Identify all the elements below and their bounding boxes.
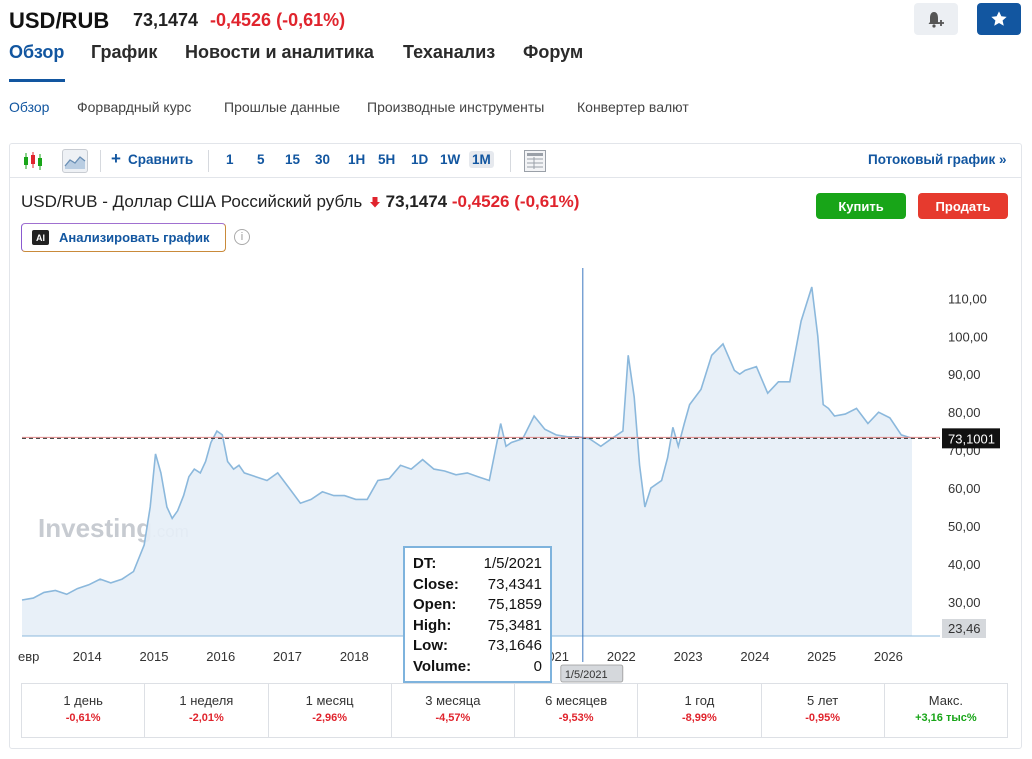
y-tick-label: 60,00 xyxy=(948,481,981,496)
tooltip-row: Low: 73,1646 xyxy=(413,637,542,654)
x-tick-label: 2018 xyxy=(340,649,369,664)
y-tick-label: 30,00 xyxy=(948,595,981,610)
crosshair-date-label: 1/5/2021 xyxy=(565,669,608,681)
last-price-label: 73,1001 xyxy=(948,431,995,446)
ohlc-tooltip: DT: 1/5/2021 Close: 73,4341 Open: 75,1859 H… xyxy=(403,546,552,683)
tooltip-row: High: 75,3481 xyxy=(413,616,542,634)
y-tick-label: 100,00 xyxy=(948,329,988,344)
y-tick-label: 50,00 xyxy=(948,519,981,534)
x-tick-label: 2015 xyxy=(140,649,169,664)
perf-cell-5y[interactable]: 5 лет -0,95% xyxy=(762,684,885,737)
period-performance: 1 день -0,61% 1 неделя -2,01% 1 месяц -2,96… xyxy=(21,683,1008,738)
x-tick-label: 2016 xyxy=(206,649,235,664)
x-tick-label: 2017 xyxy=(273,649,302,664)
perf-cell-max[interactable]: Макс. +3,16 тыс% xyxy=(885,684,1007,737)
perf-cell-3m[interactable]: 3 месяца -4,57% xyxy=(392,684,515,737)
tooltip-row: Close: 73,4341 xyxy=(413,575,542,593)
min-price-label: 23,46 xyxy=(948,621,981,636)
x-tick-label: евр xyxy=(18,649,39,664)
x-tick-label: 2023 xyxy=(674,649,703,664)
perf-cell-1y[interactable]: 1 год -8,99% xyxy=(638,684,762,737)
x-tick-label: 2014 xyxy=(73,649,102,664)
x-tick-label: 2024 xyxy=(740,649,769,664)
investing-watermark: Investing xyxy=(38,513,152,543)
perf-cell-1d[interactable]: 1 день -0,61% xyxy=(22,684,146,737)
y-tick-label: 110,00 xyxy=(948,291,987,306)
tooltip-row: Open: 75,1859 xyxy=(413,596,542,613)
tooltip-row: Volume: 0 xyxy=(413,657,542,675)
x-tick-label: 2026 xyxy=(874,649,903,664)
perf-cell-1w[interactable]: 1 неделя -2,01% xyxy=(145,684,269,737)
y-tick-label: 80,00 xyxy=(948,405,981,420)
x-tick-label: 2025 xyxy=(807,649,836,664)
perf-cell-1m[interactable]: 1 месяц -2,96% xyxy=(269,684,392,737)
x-tick-label: 2022 xyxy=(607,649,636,664)
perf-cell-6m[interactable]: 6 месяцев -9,53% xyxy=(515,684,639,737)
y-tick-label: 90,00 xyxy=(948,367,981,382)
tooltip-row: DT: 1/5/2021 xyxy=(413,555,542,572)
y-tick-label: 40,00 xyxy=(948,557,981,572)
